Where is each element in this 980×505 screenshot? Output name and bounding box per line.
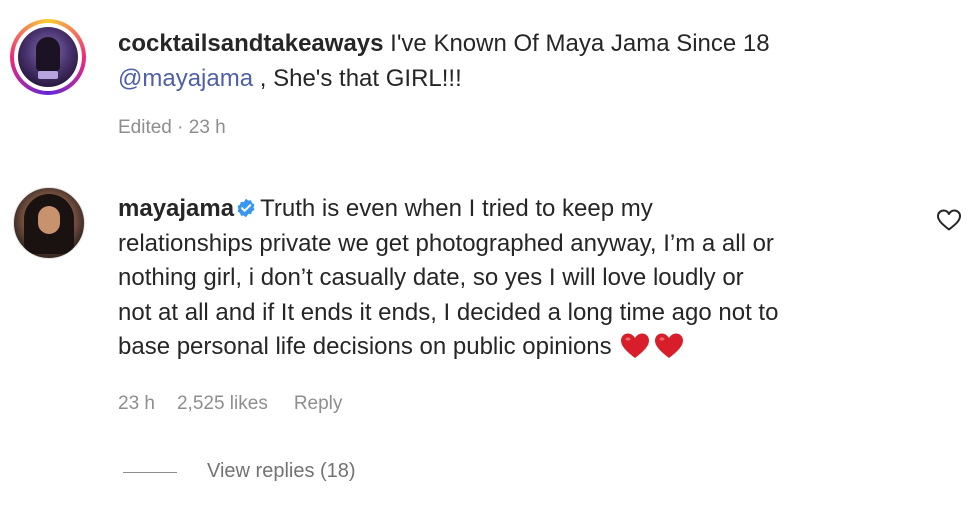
comment-text: base personal life decisions on public o… — [118, 333, 612, 360]
replies-divider — [123, 472, 177, 473]
view-replies-button[interactable]: View replies (18) — [207, 460, 356, 483]
comment-text: , She's that GIRL!!! — [259, 64, 462, 92]
comment-timestamp: Edited · 23 h — [118, 117, 226, 138]
like-heart-icon[interactable] — [936, 208, 962, 232]
likes-count[interactable]: 2,525 likes — [177, 393, 268, 414]
comment-1: cocktailsandtakeaways I've Known Of Maya… — [0, 0, 980, 150]
verified-badge-icon — [237, 198, 255, 218]
comment-text: nothing girl, i don’t casually date, so … — [118, 264, 744, 291]
comment-username[interactable]: mayajama — [118, 195, 234, 222]
comment-meta: Edited · 23 h — [118, 117, 250, 139]
red-heart-emoji-icon — [621, 333, 650, 358]
reply-button[interactable]: Reply — [294, 393, 343, 414]
comment-timestamp: 23 h — [118, 393, 155, 414]
comment-text: Truth is even when I tried to keep my — [260, 195, 653, 222]
avatar-image — [18, 27, 78, 87]
comment-body: cocktailsandtakeaways I've Known Of Maya… — [118, 27, 770, 96]
avatar[interactable] — [10, 19, 86, 95]
avatar[interactable] — [13, 187, 85, 259]
comment-meta: 23 h 2,525 likes Reply — [118, 393, 366, 415]
comment-text: not at all and if It ends it ends, I dec… — [118, 298, 779, 326]
comment-text: I've Known Of Maya Jama Since 18 — [390, 30, 770, 57]
comment-body: mayajama Truth is even when I tried to k… — [118, 192, 778, 365]
mention-link[interactable]: @mayajama — [118, 65, 253, 92]
red-heart-emoji-icon — [655, 333, 684, 358]
comment-text: relationships private we get photographe… — [118, 229, 774, 257]
comment-username[interactable]: cocktailsandtakeaways — [118, 30, 384, 57]
